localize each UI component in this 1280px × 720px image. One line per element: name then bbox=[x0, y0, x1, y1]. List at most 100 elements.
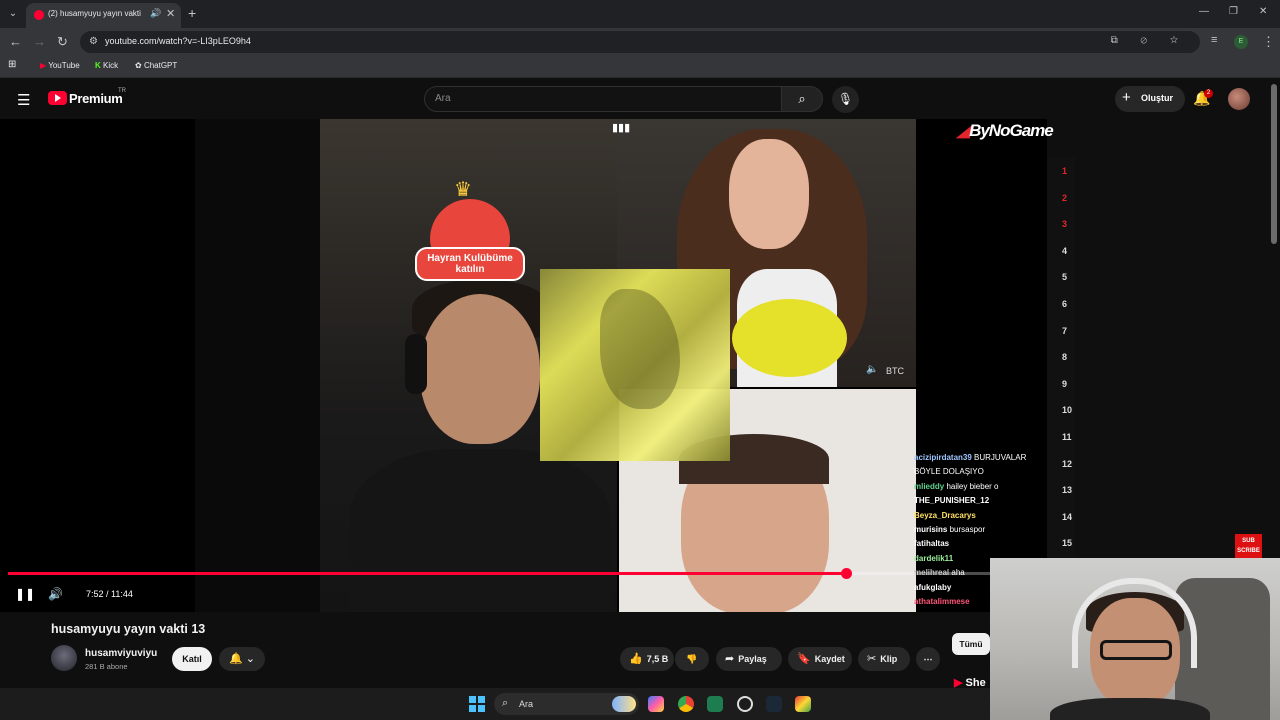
clip-button[interactable]: ✂ Klip bbox=[858, 647, 910, 671]
tab-title: (2) husamyuyu yayın vakti 1 bbox=[48, 9, 143, 18]
profile-avatar[interactable]: E bbox=[1234, 35, 1248, 49]
url-text[interactable]: youtube.com/watch?v=-LI3pLEO9h4 bbox=[105, 36, 251, 46]
rank-number: 13 bbox=[1062, 485, 1073, 496]
windows-start-icon[interactable] bbox=[469, 696, 485, 712]
like-button[interactable]: 👍 7,5 B bbox=[620, 647, 674, 671]
search-icon[interactable]: ⌕ bbox=[781, 86, 823, 112]
filter-chip-all[interactable]: Tümü bbox=[952, 633, 990, 655]
rank-number: 11 bbox=[1062, 432, 1072, 442]
chat-username: murisins bbox=[914, 525, 948, 534]
chat-message: fatihaltas bbox=[914, 539, 949, 548]
youtube-favicon-icon bbox=[34, 10, 44, 20]
back-icon[interactable]: ← bbox=[9, 34, 22, 49]
create-button[interactable]: + Oluştur bbox=[1115, 86, 1185, 112]
address-bar[interactable]: ⚙ youtube.com/watch?v=-LI3pLEO9h4 ⧉ ⊘ ☆ bbox=[80, 31, 1200, 53]
youtube-logo-icon[interactable] bbox=[48, 91, 67, 105]
browser-menu-icon[interactable]: ⋮ bbox=[1262, 34, 1275, 50]
channel-avatar[interactable] bbox=[51, 645, 77, 671]
subscription-bell-button[interactable]: 🔔 ⌄ bbox=[219, 647, 265, 671]
progress-scrubber[interactable] bbox=[840, 568, 852, 579]
omnibox-action-icons[interactable]: ⧉ ⊘ ☆ bbox=[1111, 35, 1188, 46]
browser-tab-bar: ⌄ (2) husamyuyu yayın vakti 1 🔊 ✕ + — ❐ … bbox=[0, 0, 1280, 28]
site-info-icon[interactable]: ⚙ bbox=[89, 36, 98, 47]
dislike-button[interactable]: 👎 bbox=[675, 647, 709, 671]
apps-grid-icon[interactable]: ⊞ bbox=[8, 59, 16, 70]
chat-username: THE_PUNISHER_12 bbox=[914, 496, 990, 506]
plus-icon: + bbox=[1122, 89, 1131, 106]
widget-weather-icon[interactable] bbox=[612, 696, 636, 712]
chat-message: afukglaby bbox=[914, 583, 951, 592]
chat-message: THE_PUNISHER_12 bbox=[914, 496, 989, 505]
app-icon-multicolor[interactable] bbox=[795, 696, 811, 712]
audio-visualizer-icon: ▮▮▮ bbox=[612, 122, 631, 134]
progress-played[interactable] bbox=[8, 572, 846, 575]
bookmark-kick[interactable]: K Kick bbox=[95, 61, 118, 70]
streamer-face bbox=[420, 294, 540, 444]
account-avatar[interactable] bbox=[1228, 88, 1250, 110]
rank-number: 8 bbox=[1062, 352, 1068, 363]
tab-audio-icon[interactable]: 🔊 bbox=[150, 8, 161, 19]
pause-icon[interactable]: ❚❚ bbox=[15, 587, 35, 601]
app-icon-green[interactable] bbox=[707, 696, 723, 712]
chat-text: BÖYLE DOLAŞIYO bbox=[914, 467, 984, 477]
tab-search-button[interactable]: ⌄ bbox=[4, 5, 22, 23]
save-button[interactable]: 🔖 Kaydet bbox=[788, 647, 852, 671]
video-side-panel bbox=[195, 119, 320, 612]
maximize-icon[interactable]: ❐ bbox=[1229, 6, 1238, 17]
volume-icon[interactable]: 🔊 bbox=[48, 587, 63, 601]
headphones-icon bbox=[405, 334, 427, 394]
forward-icon[interactable]: → bbox=[33, 34, 46, 49]
join-button[interactable]: Katıl bbox=[172, 647, 212, 671]
minimize-icon[interactable]: — bbox=[1199, 6, 1209, 17]
menu-icon[interactable]: ☰ bbox=[17, 91, 30, 109]
chat-username: afukglaby bbox=[914, 582, 952, 592]
reload-icon[interactable]: ↻ bbox=[57, 34, 68, 50]
tab-close-icon[interactable]: ✕ bbox=[166, 7, 175, 20]
chat-message: murisins bursaspor bbox=[914, 525, 985, 534]
guest-face bbox=[729, 139, 809, 249]
chat-username: acizipirdatan39 bbox=[914, 453, 972, 462]
chat-message: athatalimmese bbox=[914, 597, 970, 606]
subscriber-count: 281 B abone bbox=[85, 662, 128, 671]
thumbs-down-icon: 👎 bbox=[686, 654, 698, 664]
windows-taskbar: ⌕ Ara bbox=[0, 688, 990, 720]
chatgpt-icon: ✿ bbox=[135, 61, 142, 70]
more-actions-button[interactable]: ⋯ bbox=[916, 647, 940, 671]
address-toolbar: ← → ↻ ⚙ youtube.com/watch?v=-LI3pLEO9h4 … bbox=[0, 28, 1280, 56]
region-code: TR bbox=[118, 88, 126, 94]
new-tab-button[interactable]: + bbox=[188, 5, 196, 21]
chat-message: mlieddy hailey bieber o bbox=[914, 482, 999, 491]
reading-list-icon[interactable]: ≡ bbox=[1211, 34, 1217, 46]
bookmark-youtube[interactable]: ▶ YouTube bbox=[40, 61, 80, 70]
steam-icon[interactable] bbox=[766, 696, 782, 712]
microphone-icon[interactable]: 🎙 bbox=[832, 86, 859, 113]
rank-number: 9 bbox=[1062, 378, 1068, 389]
youtube-icon: ▶ bbox=[40, 61, 47, 70]
thumbs-up-icon: 👍 bbox=[629, 653, 643, 665]
share-button[interactable]: ➦ Paylaş bbox=[716, 647, 782, 671]
chat-username: fatihaltas bbox=[914, 539, 950, 549]
rank-number: 10 bbox=[1062, 405, 1073, 416]
channel-name[interactable]: husamviyuviyu bbox=[85, 648, 157, 659]
search-input[interactable]: Ara bbox=[424, 86, 782, 112]
bookmark-icon: 🔖 bbox=[797, 653, 811, 665]
bookmarks-bar: ⊞ ▶ YouTube K Kick ✿ ChatGPT bbox=[0, 56, 1280, 78]
page-scrollbar[interactable] bbox=[1271, 84, 1277, 244]
search-icon: ⌕ bbox=[502, 697, 509, 709]
time-display: 7:52 / 11:44 bbox=[86, 589, 133, 599]
webcam-overlay bbox=[990, 558, 1280, 720]
premium-brand[interactable]: Premium bbox=[69, 91, 123, 106]
chat-username: mlieddy bbox=[914, 481, 945, 491]
browser-tab-active[interactable]: (2) husamyuyu yayın vakti 1 🔊 ✕ bbox=[26, 3, 181, 28]
webcam-body bbox=[1050, 698, 1210, 720]
scissors-icon: ✂ bbox=[867, 653, 877, 665]
chrome-icon[interactable] bbox=[678, 696, 694, 712]
window-close-icon[interactable]: ✕ bbox=[1259, 6, 1267, 17]
app-icon-clock[interactable] bbox=[737, 696, 753, 712]
bookmark-chatgpt[interactable]: ✿ ChatGPT bbox=[135, 61, 177, 70]
chat-text: hailey bieber o bbox=[944, 481, 999, 491]
chat-message: acizipirdatan39 BURJUVALAR bbox=[914, 453, 1026, 462]
copilot-icon[interactable] bbox=[648, 696, 664, 712]
share-icon: ➦ bbox=[725, 653, 735, 665]
cam-mute-icon: 🔈 bbox=[866, 364, 879, 375]
